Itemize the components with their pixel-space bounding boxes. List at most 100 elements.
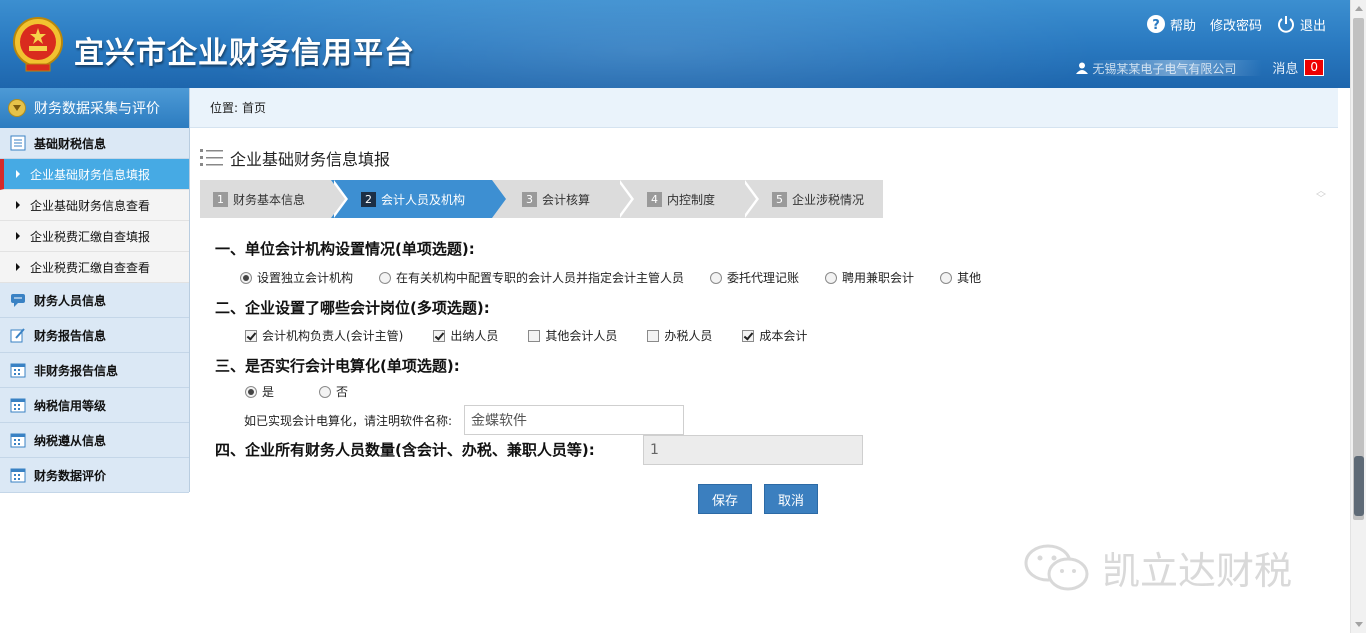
step-3[interactable]: 3 会计核算 [492, 180, 634, 218]
sidebar-header[interactable]: 财务数据采集与评价 [0, 88, 189, 128]
q3-option-no[interactable]: 否 [319, 383, 348, 400]
cancel-button[interactable]: 取消 [764, 484, 818, 514]
radio-button[interactable] [710, 271, 723, 284]
scroll-down-icon[interactable] [1355, 622, 1363, 627]
q2-option-tax-staff[interactable]: 办税人员 [647, 327, 712, 344]
vertical-scrollbar[interactable] [1350, 0, 1366, 633]
q3-option-yes[interactable]: 是 [245, 383, 274, 400]
sidebar-item-label: 企业税费汇缴自查查看 [30, 260, 151, 275]
q2-option-other-staff[interactable]: 其他会计人员 [528, 327, 617, 344]
radio-button[interactable] [379, 271, 392, 284]
collapse-icon[interactable]: ︿ ﹀ [1316, 187, 1326, 205]
top-links: ? 帮助 修改密码 退出 [1132, 14, 1326, 34]
sidebar-item-basic-view[interactable]: 企业基础财务信息查看 [0, 190, 189, 221]
sidebar-group-credit-level[interactable]: 纳税信用等级 [0, 388, 189, 423]
list-icon [200, 149, 223, 166]
checkbox[interactable] [742, 329, 755, 342]
software-name-label: 如已实现会计电算化，请注明软件名称: [244, 414, 453, 428]
option-label: 聘用兼职会计 [842, 271, 915, 285]
chat-icon [11, 294, 25, 307]
sidebar-group-compliance[interactable]: 纳税遵从信息 [0, 423, 189, 458]
user-icon [1076, 62, 1089, 74]
sidebar-item-basic-fill[interactable]: 企业基础财务信息填报 [0, 159, 189, 190]
option-label: 办税人员 [664, 329, 713, 343]
sidebar-group-staff[interactable]: 财务人员信息 [0, 283, 189, 318]
breadcrumb-home-link[interactable]: 首页 [242, 99, 266, 116]
logout-link[interactable]: 退出 [1276, 14, 1326, 34]
breadcrumb-label: 位置: [210, 101, 239, 115]
step-2[interactable]: 2 会计人员及机构 [330, 180, 506, 218]
checkbox[interactable] [433, 329, 446, 342]
option-label: 否 [336, 385, 349, 399]
question-3-title: 三、是否实行会计电算化(单项选题): [215, 357, 460, 375]
q1-option-independent[interactable]: 设置独立会计机构 [240, 269, 353, 286]
svg-text:?: ? [1152, 18, 1160, 33]
question-4-title: 四、企业所有财务人员数量(含会计、办税、兼职人员等): [215, 441, 595, 459]
radio-button[interactable] [940, 271, 953, 284]
section-title: 企业基础财务信息填报 [200, 146, 390, 170]
side-grip-handle[interactable] [1354, 456, 1364, 516]
question-1-options: 设置独立会计机构 在有关机构中配置专职的会计人员并指定会计主管人员 委托代理记账… [240, 269, 981, 286]
option-label: 其他会计人员 [545, 329, 618, 343]
staff-count-input[interactable]: 1 [643, 435, 863, 465]
section-title-text: 企业基础财务信息填报 [230, 150, 391, 169]
q2-option-cashier[interactable]: 出纳人员 [433, 327, 498, 344]
step-4[interactable]: 4 内控制度 [617, 180, 759, 218]
save-button[interactable]: 保存 [698, 484, 752, 514]
software-name-input[interactable]: 金蝶软件 [464, 405, 684, 435]
option-label: 成本会计 [759, 329, 808, 343]
sidebar-group-label: 纳税遵从信息 [34, 433, 107, 448]
sidebar-group-label: 纳税信用等级 [34, 398, 107, 413]
help-link[interactable]: ? 帮助 [1146, 14, 1196, 34]
power-icon [1278, 16, 1294, 33]
checkbox[interactable] [647, 329, 660, 342]
option-label: 委托代理记账 [727, 271, 800, 285]
radio-button[interactable] [825, 271, 838, 284]
calendar-icon [10, 468, 26, 483]
question-2-options: 会计机构负责人(会计主管) 出纳人员 其他会计人员 办税人员 成本会计 [245, 327, 807, 344]
step-number: 1 [213, 191, 228, 207]
step-number: 5 [772, 191, 787, 207]
step-label: 内控制度 [667, 192, 716, 207]
q1-option-dedicated[interactable]: 在有关机构中配置专职的会计人员并指定会计主管人员 [379, 269, 684, 286]
messages-count-badge[interactable]: 0 [1304, 59, 1324, 76]
checkbox[interactable] [245, 329, 257, 342]
q1-option-other[interactable]: 其他 [940, 269, 981, 286]
sidebar-group-label: 非财务报告信息 [34, 363, 119, 378]
step-5[interactable]: 5 企业涉税情况 [742, 180, 883, 218]
sidebar-item-tax-view[interactable]: 企业税费汇缴自查查看 [0, 252, 189, 283]
q1-option-agency[interactable]: 委托代理记账 [710, 269, 799, 286]
radio-button[interactable] [245, 385, 257, 398]
q2-option-supervisor[interactable]: 会计机构负责人(会计主管) [245, 327, 403, 344]
caret-right-icon [16, 170, 20, 178]
sidebar-group-evaluation[interactable]: 财务数据评价 [0, 458, 189, 493]
caret-right-icon [16, 201, 20, 209]
calendar-icon [10, 363, 26, 378]
sidebar-group-nonfinancial[interactable]: 非财务报告信息 [0, 353, 189, 388]
change-password-link[interactable]: 修改密码 [1210, 15, 1262, 34]
radio-button[interactable] [319, 385, 332, 398]
step-number: 4 [647, 191, 662, 207]
q1-option-parttime[interactable]: 聘用兼职会计 [825, 269, 914, 286]
help-icon: ? [1146, 15, 1165, 33]
q2-option-cost-accountant[interactable]: 成本会计 [742, 327, 807, 344]
checkbox[interactable] [528, 329, 541, 342]
national-emblem-icon [13, 17, 63, 72]
list-icon [10, 135, 26, 151]
sidebar-item-label: 企业基础财务信息查看 [30, 198, 151, 213]
sidebar-group-label: 财务数据评价 [34, 468, 107, 483]
scrollbar-thumb[interactable] [1353, 18, 1364, 520]
sidebar-group-basic-tax[interactable]: 基础财税信息 [0, 128, 189, 159]
scroll-up-icon[interactable] [1355, 6, 1363, 11]
messages-link[interactable]: 消息 [1272, 58, 1298, 77]
radio-button[interactable] [240, 271, 252, 284]
logout-label: 退出 [1299, 18, 1326, 34]
option-label: 会计机构负责人(会计主管) [262, 329, 404, 343]
sidebar-item-tax-fill[interactable]: 企业税费汇缴自查填报 [0, 221, 189, 252]
step-1[interactable]: 1 财务基本信息 [200, 180, 348, 218]
option-label: 是 [262, 385, 275, 399]
step-label: 会计人员及机构 [381, 192, 466, 207]
step-label: 财务基本信息 [233, 192, 306, 207]
step-number: 3 [522, 191, 537, 207]
sidebar-group-report[interactable]: 财务报告信息 [0, 318, 189, 353]
